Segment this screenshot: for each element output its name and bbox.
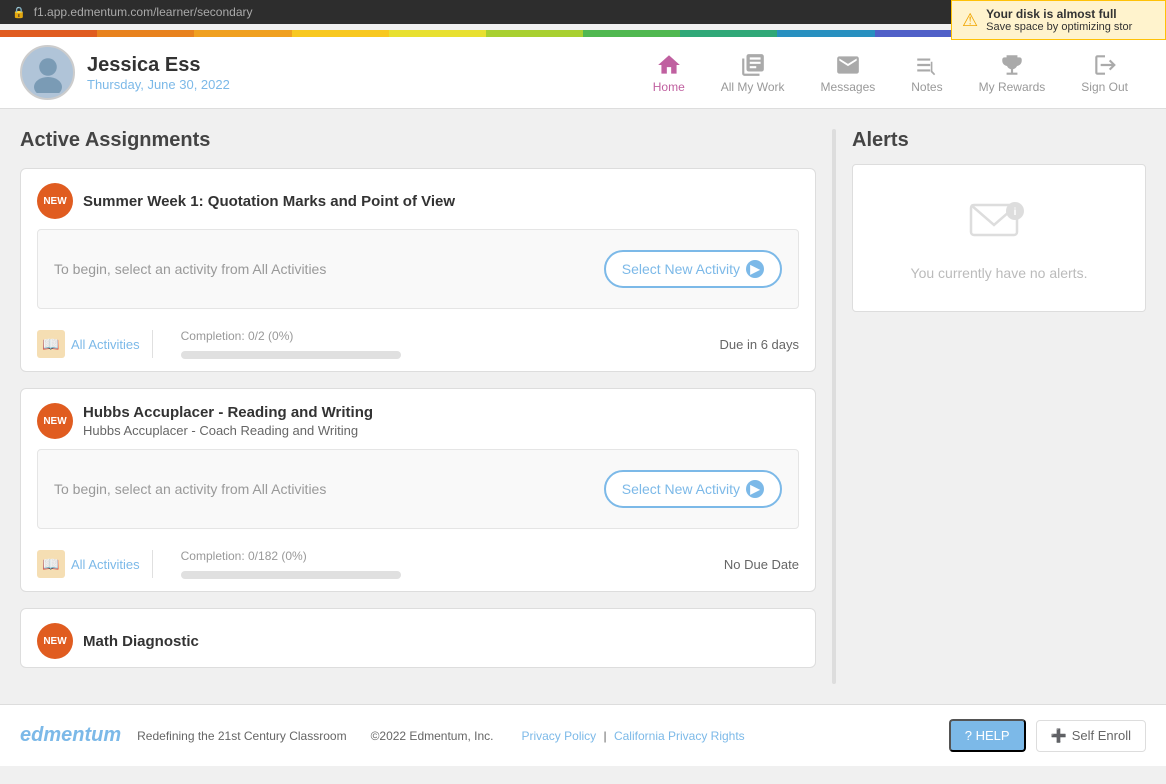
svg-text:i: i (1014, 207, 1017, 218)
main-nav: Home All My Work Messages Notes My Rewar… (635, 48, 1146, 98)
progress-bar-2 (181, 571, 401, 579)
content-area: Active Assignments NEW Summer Week 1: Qu… (20, 129, 832, 684)
activities-book-icon-2: 📖 (37, 550, 65, 578)
progress-section-1: Completion: 0/2 (0%) (165, 329, 720, 359)
footer-logo: edmentum (20, 724, 121, 747)
footer-tagline: Redefining the 21st Century Classroom (137, 729, 346, 743)
warning-icon: ⚠ (962, 10, 978, 31)
assignment-card-1: NEW Summer Week 1: Quotation Marks and P… (20, 168, 816, 372)
nav-sign-out[interactable]: Sign Out (1063, 48, 1146, 98)
plus-icon: ➕ (1051, 728, 1067, 744)
sign-out-icon (1092, 52, 1118, 78)
notes-icon (914, 52, 940, 78)
assignment-card-3: NEW Math Diagnostic (20, 608, 816, 668)
due-date-1: Due in 6 days (720, 337, 800, 352)
activity-box-2: To begin, select an activity from All Ac… (37, 449, 799, 529)
hint-text-1: To begin, select an activity from All Ac… (54, 261, 326, 277)
completion-text-1: Completion: 0/2 (0%) (181, 329, 294, 343)
rewards-icon (999, 52, 1025, 78)
notif-line1: Your disk is almost full (986, 7, 1132, 21)
card-header-1: NEW Summer Week 1: Quotation Marks and P… (21, 169, 815, 229)
all-activities-link-2[interactable]: 📖 All Activities (37, 550, 140, 578)
user-name: Jessica Ess (87, 54, 230, 77)
messages-icon (835, 52, 861, 78)
no-alerts-icon: i (969, 195, 1029, 255)
footer-copyright: ©2022 Edmentum, Inc. (371, 729, 494, 743)
nav-all-my-work[interactable]: All My Work (703, 48, 803, 98)
footer-right: ? HELP ➕ Self Enroll (949, 719, 1146, 752)
footer-links: Privacy Policy | California Privacy Righ… (517, 729, 748, 743)
card-header-2: NEW Hubbs Accuplacer - Reading and Writi… (21, 389, 815, 449)
card-footer-2: 📖 All Activities Completion: 0/182 (0%) … (21, 541, 815, 591)
footer-left: edmentum Redefining the 21st Century Cla… (20, 724, 749, 747)
nav-messages[interactable]: Messages (803, 48, 894, 98)
privacy-policy-link[interactable]: Privacy Policy (521, 729, 596, 743)
notif-line2: Save space by optimizing stor (986, 21, 1132, 33)
activity-box-1: To begin, select an activity from All Ac… (37, 229, 799, 309)
card-divider-1 (152, 330, 153, 358)
progress-section-2: Completion: 0/182 (0%) (165, 549, 724, 579)
user-avatar (20, 45, 75, 100)
card-footer-1: 📖 All Activities Completion: 0/2 (0%) Du… (21, 321, 815, 371)
sidebar: Alerts i You currently have no alerts. (836, 129, 1146, 684)
select-circle-icon-1: ▶ (746, 260, 764, 278)
site-header: Jessica Ess Thursday, June 30, 2022 Home… (0, 37, 1166, 109)
notification-bar: ⚠ Your disk is almost full Save space by… (951, 0, 1166, 40)
card-header-3: NEW Math Diagnostic (21, 609, 815, 668)
new-badge-1: NEW (37, 183, 73, 219)
nav-home[interactable]: Home (635, 48, 703, 98)
hint-text-2: To begin, select an activity from All Ac… (54, 481, 326, 497)
self-enroll-button[interactable]: ➕ Self Enroll (1036, 720, 1146, 752)
active-assignments-title: Active Assignments (20, 129, 816, 152)
activities-book-icon-1: 📖 (37, 330, 65, 358)
site-footer: edmentum Redefining the 21st Century Cla… (0, 704, 1166, 766)
alerts-title: Alerts (852, 129, 1146, 152)
help-button[interactable]: ? HELP (949, 719, 1026, 752)
assignment-card-2: NEW Hubbs Accuplacer - Reading and Writi… (20, 388, 816, 592)
no-alerts-box: i You currently have no alerts. (852, 164, 1146, 312)
due-date-2: No Due Date (724, 557, 799, 572)
user-info: Jessica Ess Thursday, June 30, 2022 (87, 54, 230, 92)
address-bar: 🔒 f1.app.edmentum.com/learner/secondary (0, 0, 951, 24)
assignment-title-2: Hubbs Accuplacer - Reading and Writing (83, 404, 373, 421)
assignment-title-1: Summer Week 1: Quotation Marks and Point… (83, 193, 455, 210)
assignment-subtitle-2: Hubbs Accuplacer - Coach Reading and Wri… (83, 423, 373, 438)
user-date: Thursday, June 30, 2022 (87, 77, 230, 92)
new-badge-3: NEW (37, 623, 73, 659)
nav-my-rewards[interactable]: My Rewards (961, 48, 1064, 98)
progress-bar-1 (181, 351, 401, 359)
all-activities-link-1[interactable]: 📖 All Activities (37, 330, 140, 358)
select-activity-btn-1[interactable]: Select New Activity ▶ (604, 250, 782, 288)
url-text: f1.app.edmentum.com/learner/secondary (34, 5, 253, 19)
main-layout: Active Assignments NEW Summer Week 1: Qu… (0, 109, 1166, 704)
all-my-work-icon (740, 52, 766, 78)
nav-notes[interactable]: Notes (893, 48, 960, 98)
home-icon (656, 52, 682, 78)
lock-icon: 🔒 (12, 6, 26, 19)
card-divider-2 (152, 550, 153, 578)
california-privacy-link[interactable]: California Privacy Rights (614, 729, 745, 743)
new-badge-2: NEW (37, 403, 73, 439)
select-activity-btn-2[interactable]: Select New Activity ▶ (604, 470, 782, 508)
completion-text-2: Completion: 0/182 (0%) (181, 549, 307, 563)
assignment-title-3: Math Diagnostic (83, 633, 199, 650)
select-circle-icon-2: ▶ (746, 480, 764, 498)
no-alerts-text: You currently have no alerts. (873, 265, 1125, 281)
